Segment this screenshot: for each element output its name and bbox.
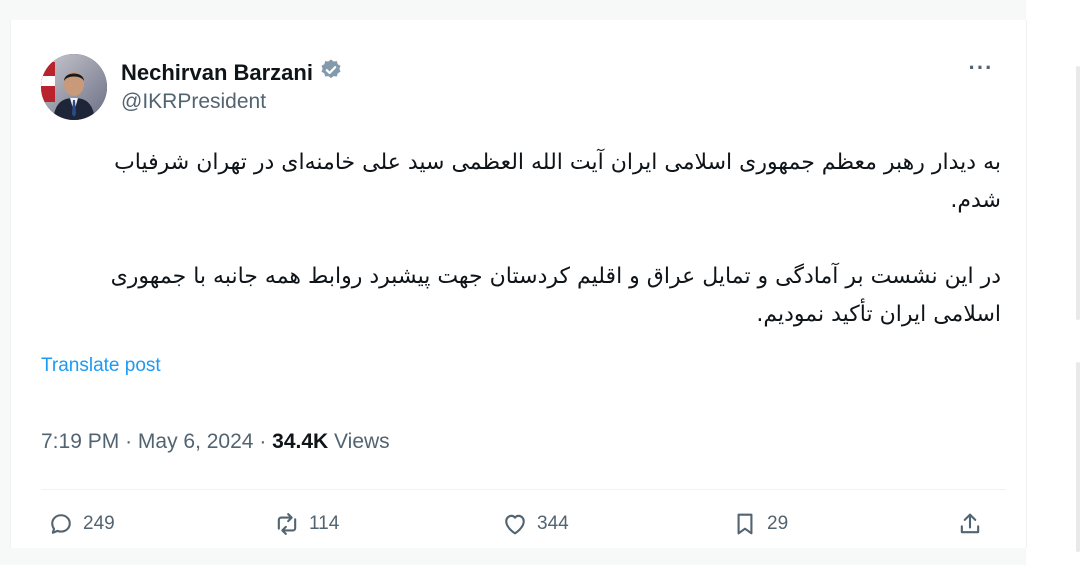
author-handle[interactable]: @IKRPresident xyxy=(121,90,266,114)
translate-post-link[interactable]: Translate post xyxy=(41,355,161,377)
like-button[interactable]: 344 xyxy=(501,510,569,538)
meta-separator: · xyxy=(259,430,273,453)
author-name-row[interactable]: Nechirvan Barzani xyxy=(121,58,343,88)
views-count: 34.4K xyxy=(272,430,329,453)
right-gutter xyxy=(1026,0,1080,565)
reply-count: 249 xyxy=(83,513,115,534)
bookmark-icon xyxy=(737,513,753,535)
views-label: Views xyxy=(334,430,390,453)
scroll-edge-top xyxy=(1076,66,1080,320)
verified-badge-icon xyxy=(319,58,343,88)
repost-icon xyxy=(277,513,297,535)
post-card: Nechirvan Barzani @IKRPresident ··· به د… xyxy=(10,20,1027,548)
meta-separator: · xyxy=(125,430,138,453)
heart-icon xyxy=(505,514,525,535)
post-date[interactable]: May 6, 2024 xyxy=(138,430,254,453)
repost-button[interactable]: 114 xyxy=(273,510,339,538)
scroll-edge-bottom xyxy=(1076,362,1080,552)
action-bar: 249 114 344 29 xyxy=(11,510,1026,550)
bookmark-button[interactable]: 29 xyxy=(731,510,788,538)
post-paragraph-2: در این نشست بر آمادگی و تمایل عراق و اقل… xyxy=(110,264,1001,327)
divider xyxy=(41,489,1006,490)
post-paragraph-1: به دیدار رهبر معظم جمهوری اسلامی ایران آ… xyxy=(114,150,1001,213)
author-name[interactable]: Nechirvan Barzani xyxy=(121,60,313,86)
reply-button[interactable]: 249 xyxy=(47,510,115,538)
reply-icon xyxy=(51,514,71,534)
repost-count: 114 xyxy=(309,513,340,534)
more-options-icon[interactable]: ··· xyxy=(966,57,996,82)
share-button[interactable] xyxy=(956,510,984,538)
post-text: به دیدار رهبر معظم جمهوری اسلامی ایران آ… xyxy=(71,144,1001,334)
post-meta: 7:19 PM · May 6, 2024 · 34.4K Views xyxy=(41,430,390,454)
avatar[interactable] xyxy=(41,54,107,120)
bookmark-count: 29 xyxy=(767,513,789,534)
like-count: 344 xyxy=(537,513,569,534)
share-icon xyxy=(960,513,980,534)
post-time[interactable]: 7:19 PM xyxy=(41,430,119,453)
